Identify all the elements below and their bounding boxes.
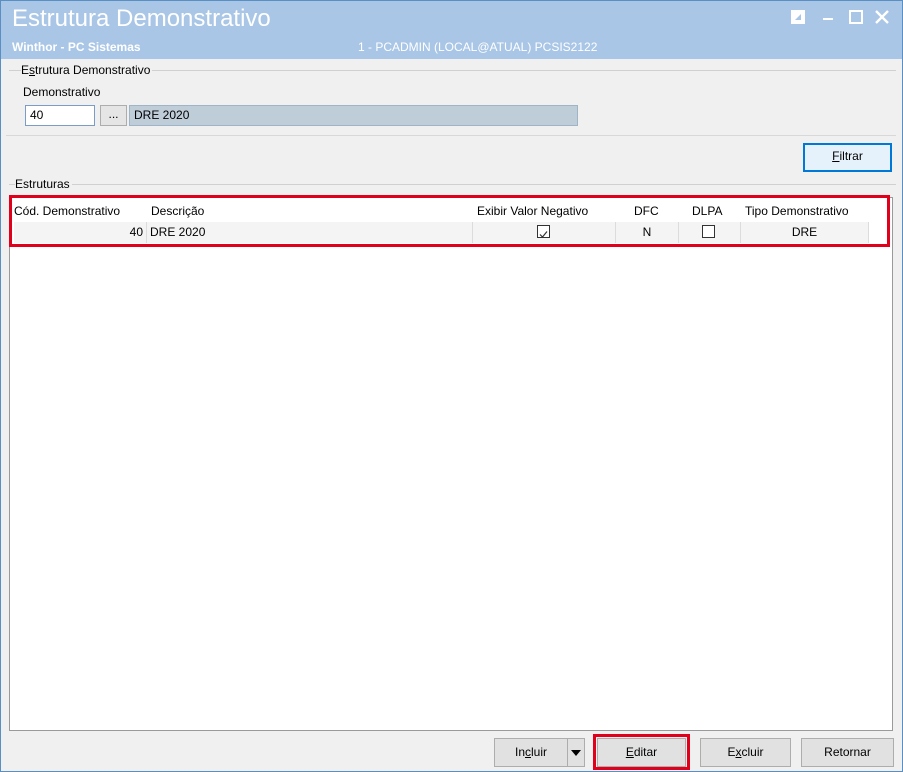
main-window: Estrutura Demonstrativo Winthor - PC Sis…	[0, 0, 903, 772]
excluir-button[interactable]: Excluir	[700, 738, 791, 767]
incluir-button[interactable]: Incluir	[494, 738, 568, 767]
group-divider	[9, 184, 896, 185]
demonstrativo-code-input[interactable]: 40	[25, 105, 95, 126]
caret-down-icon	[571, 749, 581, 756]
incluir-dropdown-button[interactable]	[567, 738, 585, 767]
retornar-button[interactable]: Retornar	[801, 738, 894, 767]
demonstrativo-lookup-button[interactable]: ...	[100, 105, 127, 126]
separator	[6, 135, 896, 136]
maximize-icon[interactable]	[846, 7, 866, 27]
excluir-label-pre: E	[727, 745, 736, 759]
filtrar-button[interactable]: Filtrar	[803, 143, 892, 172]
incluir-label-post: luir	[531, 745, 548, 759]
group-title-post: trutura Demonstrativo	[35, 63, 151, 77]
highlight-box-grid	[9, 195, 890, 247]
estruturas-grid[interactable]	[9, 197, 893, 731]
excluir-label-post: cluir	[741, 745, 764, 759]
close-icon[interactable]	[872, 7, 892, 27]
group-title-estrutura: Estrutura Demonstrativo	[21, 63, 153, 77]
window-title: Estrutura Demonstrativo	[12, 5, 271, 32]
demonstrativo-description-field: DRE 2020	[129, 105, 578, 126]
title-bar[interactable]: Estrutura Demonstrativo Winthor - PC Sis…	[1, 1, 902, 59]
highlight-box-editar	[593, 734, 690, 770]
dock-icon[interactable]	[788, 7, 808, 27]
group-title-estruturas: Estruturas	[15, 177, 72, 191]
demonstrativo-label: Demonstrativo	[23, 85, 101, 99]
group-title-pre: E	[21, 63, 30, 77]
minimize-icon[interactable]	[818, 7, 838, 27]
filtrar-accel: F	[832, 149, 840, 163]
incluir-label-pre: In	[514, 745, 525, 759]
window-subtitle: Winthor - PC Sistemas	[12, 40, 141, 54]
filtrar-label: iltrar	[839, 149, 863, 163]
session-info: 1 - PCADMIN (LOCAL@ATUAL) PCSIS2122	[358, 40, 598, 54]
